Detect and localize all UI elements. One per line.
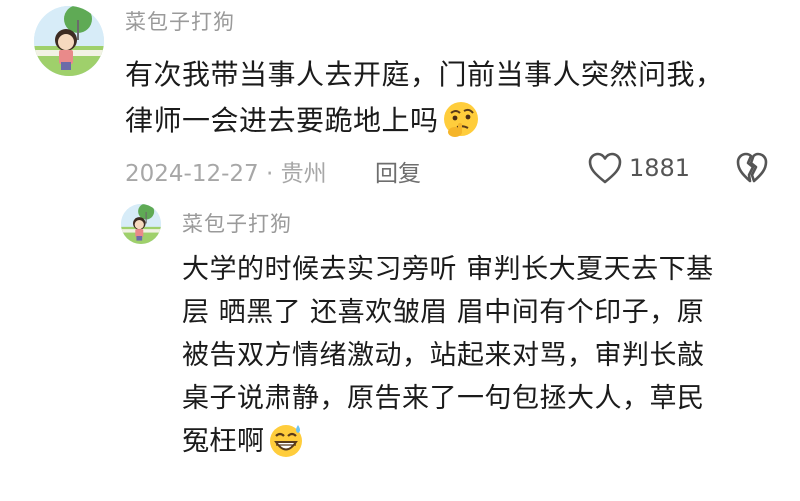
avatar[interactable]: [34, 6, 104, 76]
heart-icon[interactable]: [587, 151, 623, 185]
like-count: 1881: [629, 154, 691, 182]
comment-text-line: 律师一会进去要跪地上吗: [125, 104, 439, 137]
reply-text: 大学的时候去实习旁听 审判长大夏天去下基 层 晒黑了 还喜欢皱眉 眉中间有个印子…: [182, 248, 772, 463]
grinning-sweat-face-icon: [267, 421, 305, 459]
comment-meta: 2024-12-27 · 贵州 回复 1881: [125, 148, 775, 188]
reply-text-line: 大学的时候去实习旁听 审判长大夏天去下基: [182, 254, 714, 285]
comment-text-line: 有次我带当事人去开庭，门前当事人突然问我，: [125, 58, 724, 91]
reply-avatar[interactable]: [121, 204, 161, 244]
reply-text-line-with-emoji: 冤枉啊: [182, 420, 772, 463]
comment-author[interactable]: 菜包子打狗: [125, 6, 235, 36]
reply-author[interactable]: 菜包子打狗: [182, 208, 292, 238]
reply-text-line: 冤枉啊: [182, 426, 265, 457]
reply-button[interactable]: 回复: [375, 154, 421, 188]
reply-text-line: 桌子说肃静，原告来了一句包拯大人，草民: [182, 383, 705, 414]
thinking-face-icon: [441, 99, 481, 139]
broken-heart-icon[interactable]: [735, 151, 769, 185]
comment-date-location: 2024-12-27 · 贵州: [125, 161, 327, 187]
avatar-image-icon: [121, 204, 161, 244]
reply-text-line: 层 晒黑了 还喜欢皱眉 眉中间有个印子，原: [182, 297, 705, 328]
avatar-image-icon: [34, 6, 104, 76]
comment-thread: 菜包子打狗 有次我带当事人去开庭，门前当事人突然问我， 律师一会进去要跪地上吗 …: [0, 0, 800, 501]
comment-text-line-with-emoji: 律师一会进去要跪地上吗: [125, 98, 765, 144]
comment-text: 有次我带当事人去开庭，门前当事人突然问我， 律师一会进去要跪地上吗: [125, 52, 765, 144]
reply-text-line: 被告双方情绪激动，站起来对骂，审判长敲: [182, 340, 705, 371]
